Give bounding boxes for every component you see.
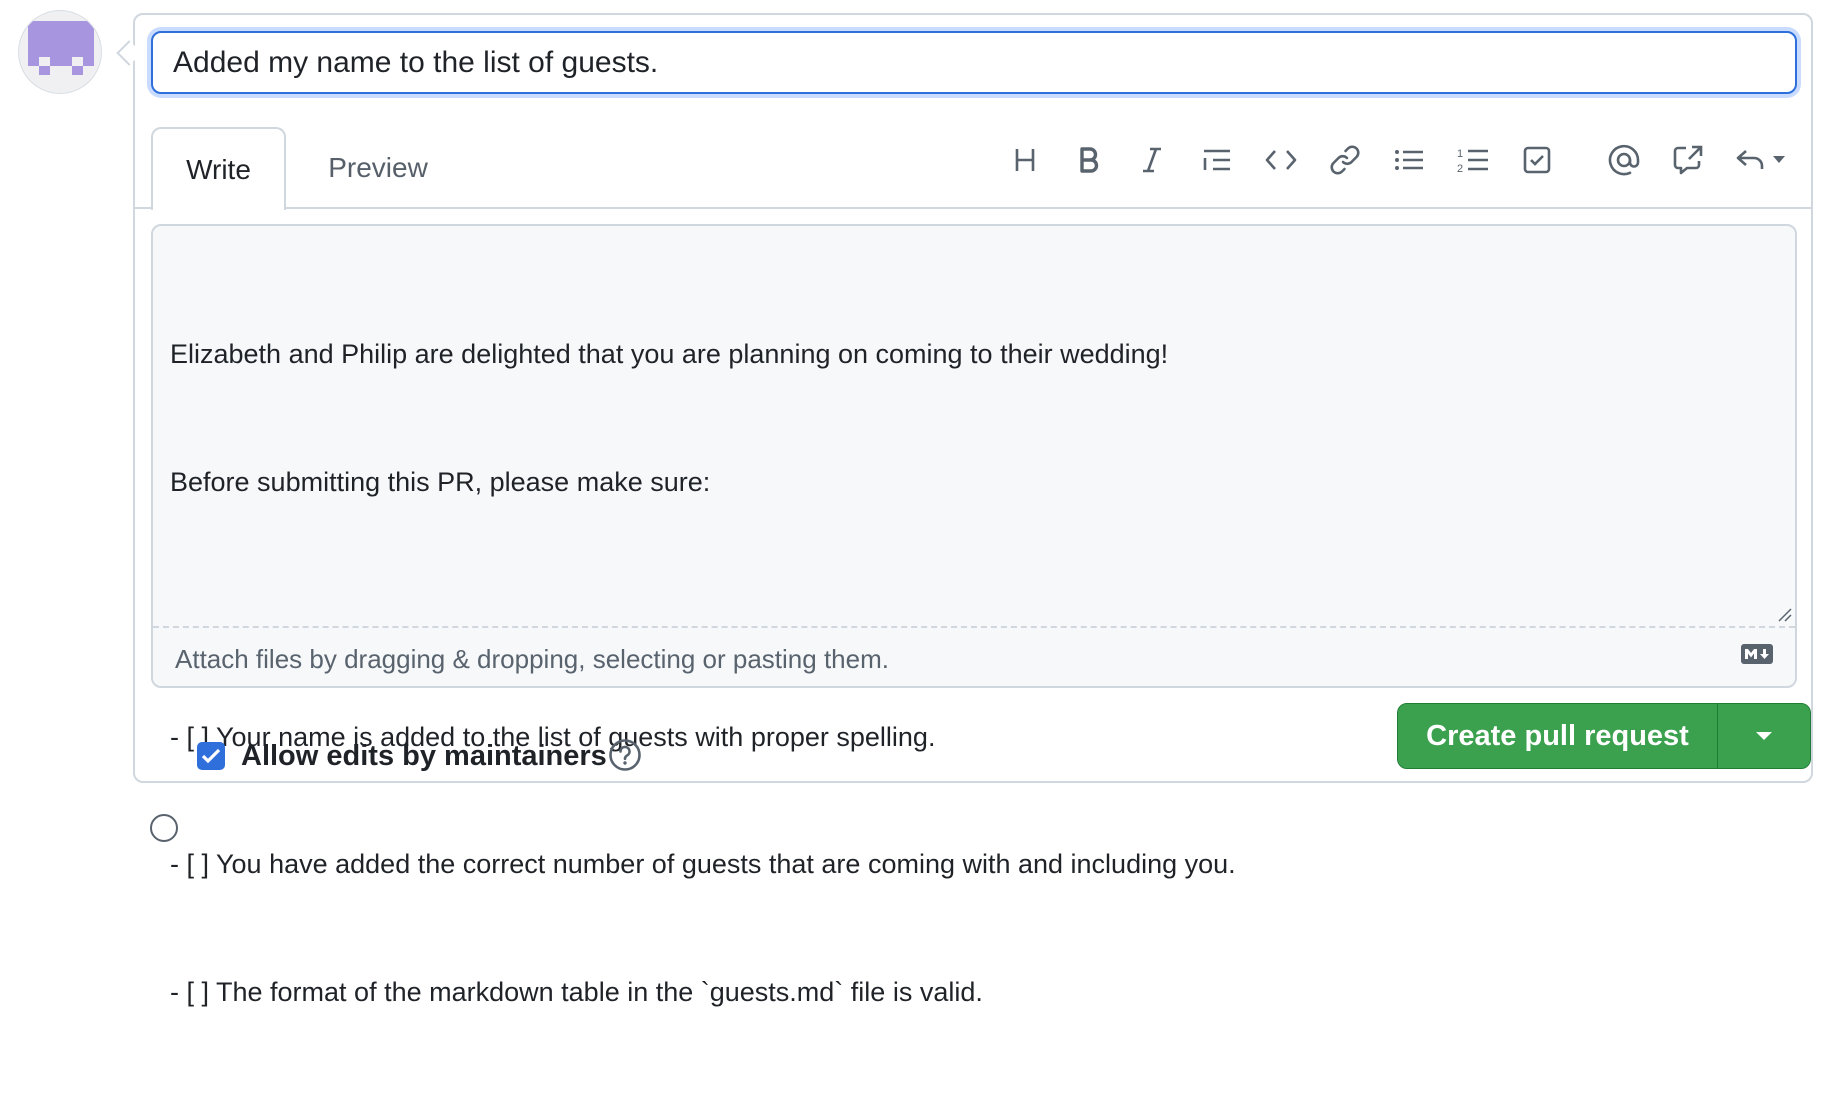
ordered-list-icon[interactable]: 12: [1450, 135, 1496, 185]
mention-icon[interactable]: [1601, 135, 1647, 185]
svg-text:2: 2: [1457, 163, 1463, 174]
saved-replies-icon[interactable]: [1729, 135, 1793, 185]
body-line: Before submitting this PR, please make s…: [170, 466, 711, 497]
identicon-icon: [28, 21, 94, 75]
pr-body-editor[interactable]: Elizabeth and Philip are delighted that …: [151, 224, 1797, 1007]
body-line: [170, 588, 1778, 631]
create-pull-request-button[interactable]: Create pull request: [1398, 704, 1718, 768]
pr-title-input[interactable]: [151, 31, 1797, 94]
pr-body-textarea[interactable]: Elizabeth and Philip are delighted that …: [153, 226, 1795, 1007]
attach-files-hint[interactable]: Attach files by dragging & dropping, sel…: [175, 644, 889, 675]
info-icon: [150, 814, 178, 842]
link-icon[interactable]: [1322, 135, 1368, 185]
code-icon[interactable]: [1258, 135, 1304, 185]
body-line: - [ ] You have added the correct number …: [170, 849, 1236, 879]
tab-divider: [135, 207, 1811, 209]
cross-reference-icon[interactable]: [1665, 135, 1711, 185]
resize-handle-icon[interactable]: [1776, 606, 1792, 622]
check-icon: [201, 748, 221, 764]
allow-edits-label[interactable]: Allow edits by maintainers: [241, 740, 607, 773]
bold-icon[interactable]: [1066, 135, 1112, 185]
task-list-icon[interactable]: [1514, 135, 1560, 185]
tab-write-label: Write: [186, 153, 251, 185]
help-icon[interactable]: [608, 738, 642, 772]
avatar[interactable]: [18, 10, 102, 94]
attach-divider: [153, 626, 1795, 628]
caret-down-icon: [1756, 732, 1772, 740]
quote-icon[interactable]: [1194, 135, 1240, 185]
markdown-icon[interactable]: [1741, 644, 1773, 664]
create-options-dropdown[interactable]: [1718, 704, 1810, 768]
create-pull-request-button-group: Create pull request: [1397, 703, 1811, 769]
heading-icon[interactable]: [1002, 135, 1048, 185]
tab-preview-label: Preview: [328, 152, 428, 183]
italic-icon[interactable]: [1129, 135, 1175, 185]
tab-write[interactable]: Write: [151, 127, 286, 210]
unordered-list-icon[interactable]: [1386, 135, 1432, 185]
body-line: - [ ] The format of the markdown table i…: [170, 976, 983, 1007]
svg-text:1: 1: [1457, 148, 1463, 160]
create-pull-request-label: Create pull request: [1426, 719, 1689, 752]
tab-preview[interactable]: Preview: [308, 127, 448, 209]
allow-edits-checkbox[interactable]: [197, 742, 225, 770]
body-line: Elizabeth and Philip are delighted that …: [170, 339, 1169, 369]
